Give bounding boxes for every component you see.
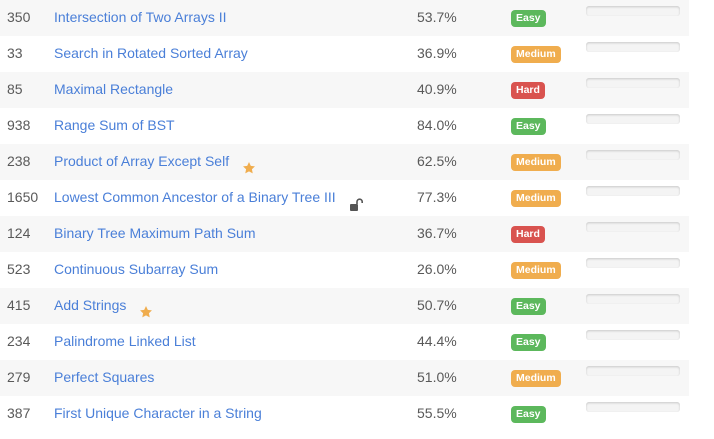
problem-title-cell: Search in Rotated Sorted Array (54, 36, 248, 70)
acceptance-rate: 62.5% (417, 153, 457, 169)
problem-id: 523 (7, 261, 31, 277)
problem-title-cell: Palindrome Linked List (54, 324, 196, 358)
problem-title-cell: Intersection of Two Arrays II (54, 0, 226, 34)
frequency-progress-bar (586, 366, 680, 376)
problem-id: 234 (7, 333, 31, 349)
table-row: 387 First Unique Character in a String 5… (0, 396, 689, 432)
table-row: 234 Palindrome Linked List 44.4% Easy (0, 324, 689, 360)
table-row: 279 Perfect Squares 51.0% Medium (0, 360, 689, 396)
acceptance-rate: 84.0% (417, 117, 457, 133)
table-row: 938 Range Sum of BST 84.0% Easy (0, 108, 689, 144)
difficulty-badge: Easy (511, 406, 546, 423)
table-row: 238 Product of Array Except Self 62.5% M… (0, 144, 689, 180)
table-row: 85 Maximal Rectangle 40.9% Hard (0, 72, 689, 108)
acceptance-rate: 40.9% (417, 81, 457, 97)
problem-id: 938 (7, 117, 31, 133)
problem-title-cell: Product of Array Except Self (54, 144, 256, 178)
problem-id: 85 (7, 81, 23, 97)
problem-table: 350 Intersection of Two Arrays II 53.7% … (0, 0, 689, 432)
acceptance-rate: 55.5% (417, 405, 457, 421)
difficulty-badge: Easy (511, 298, 546, 315)
problem-id: 1650 (7, 189, 39, 205)
problem-id: 124 (7, 225, 31, 241)
difficulty-badge: Medium (511, 154, 561, 171)
frequency-progress-bar (586, 186, 680, 196)
acceptance-rate: 53.7% (417, 9, 457, 25)
problem-title-cell: Lowest Common Ancestor of a Binary Tree … (54, 180, 364, 214)
problem-title-link[interactable]: First Unique Character in a String (54, 396, 262, 430)
problem-title-link[interactable]: Product of Array Except Self (54, 144, 229, 178)
problem-title-link[interactable]: Add Strings (54, 288, 126, 322)
difficulty-badge: Easy (511, 118, 546, 135)
problem-title-cell: Continuous Subarray Sum (54, 252, 218, 286)
frequency-progress-bar (586, 294, 680, 304)
frequency-progress-bar (586, 258, 680, 268)
problem-title-link[interactable]: Palindrome Linked List (54, 324, 196, 358)
problem-id: 238 (7, 153, 31, 169)
problem-title-cell: Range Sum of BST (54, 108, 175, 142)
problem-title-cell: Add Strings (54, 288, 153, 322)
acceptance-rate: 51.0% (417, 369, 457, 385)
problem-id: 33 (7, 45, 23, 61)
frequency-progress-bar (586, 150, 680, 160)
frequency-progress-bar (586, 330, 680, 340)
problem-id: 350 (7, 9, 31, 25)
problem-title-cell: First Unique Character in a String (54, 396, 262, 430)
acceptance-rate: 44.4% (417, 333, 457, 349)
frequency-progress-bar (586, 6, 680, 16)
problem-id: 415 (7, 297, 31, 313)
problem-title-cell: Binary Tree Maximum Path Sum (54, 216, 256, 250)
table-row: 33 Search in Rotated Sorted Array 36.9% … (0, 36, 689, 72)
frequency-progress-bar (586, 114, 680, 124)
frequency-progress-bar (586, 222, 680, 232)
acceptance-rate: 77.3% (417, 189, 457, 205)
difficulty-badge: Medium (511, 46, 561, 63)
difficulty-badge: Hard (511, 82, 545, 99)
frequency-progress-bar (586, 42, 680, 52)
difficulty-badge: Medium (511, 262, 561, 279)
problem-title-link[interactable]: Range Sum of BST (54, 108, 175, 142)
table-row: 124 Binary Tree Maximum Path Sum 36.7% H… (0, 216, 689, 252)
star-icon (139, 297, 153, 318)
table-row: 523 Continuous Subarray Sum 26.0% Medium (0, 252, 689, 288)
difficulty-badge: Medium (511, 370, 561, 387)
problem-title-link[interactable]: Perfect Squares (54, 360, 154, 394)
acceptance-rate: 50.7% (417, 297, 457, 313)
difficulty-badge: Medium (511, 190, 561, 207)
star-icon (242, 153, 256, 174)
problem-title-link[interactable]: Maximal Rectangle (54, 72, 173, 106)
problem-title-cell: Maximal Rectangle (54, 72, 173, 106)
table-row: 1650 Lowest Common Ancestor of a Binary … (0, 180, 689, 216)
difficulty-badge: Hard (511, 226, 545, 243)
problem-title-cell: Perfect Squares (54, 360, 154, 394)
problem-title-link[interactable]: Binary Tree Maximum Path Sum (54, 216, 256, 250)
difficulty-badge: Easy (511, 10, 546, 27)
acceptance-rate: 36.7% (417, 225, 457, 241)
problem-title-link[interactable]: Search in Rotated Sorted Array (54, 36, 248, 70)
acceptance-rate: 36.9% (417, 45, 457, 61)
problem-title-link[interactable]: Intersection of Two Arrays II (54, 0, 226, 34)
lock-icon (349, 189, 364, 211)
acceptance-rate: 26.0% (417, 261, 457, 277)
frequency-progress-bar (586, 78, 680, 88)
problem-id: 279 (7, 369, 31, 385)
problem-title-link[interactable]: Continuous Subarray Sum (54, 252, 218, 286)
table-row: 350 Intersection of Two Arrays II 53.7% … (0, 0, 689, 36)
frequency-progress-bar (586, 402, 680, 412)
difficulty-badge: Easy (511, 334, 546, 351)
problem-title-link[interactable]: Lowest Common Ancestor of a Binary Tree … (54, 180, 336, 214)
table-row: 415 Add Strings 50.7% Easy (0, 288, 689, 324)
problem-id: 387 (7, 405, 31, 421)
